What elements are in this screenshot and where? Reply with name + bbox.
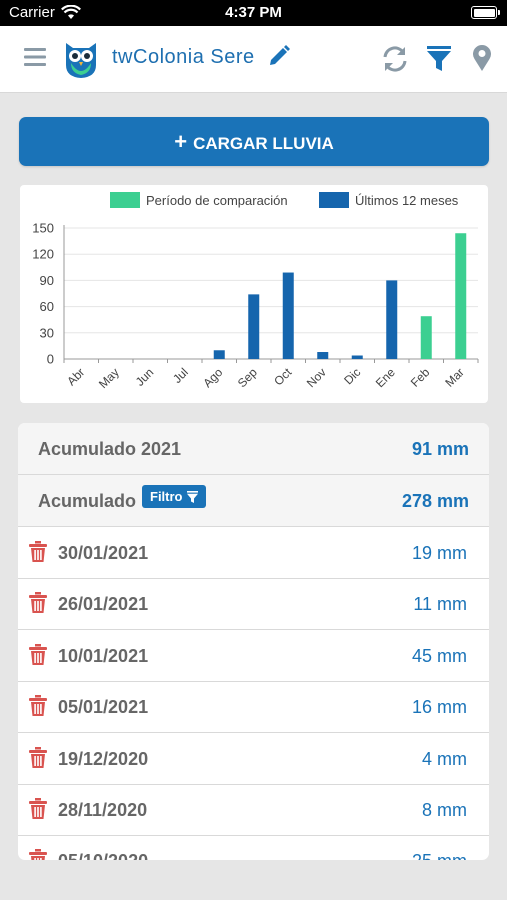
bar-current xyxy=(213,350,225,359)
rain-records-list: Acumulado 2021 91 mm Acumulado Filtro 27… xyxy=(18,423,489,860)
record-date: 28/11/2020 xyxy=(58,800,148,820)
plus-icon: + xyxy=(174,129,188,154)
record-date: 05/10/2020 xyxy=(58,851,148,860)
location-pin-icon[interactable] xyxy=(472,44,492,77)
delete-trash-icon[interactable] xyxy=(29,541,47,568)
record-amount: 45 mm xyxy=(411,645,467,666)
year-total-row: Acumulado 2021 91 mm xyxy=(18,423,489,475)
nav-bar: twColonia Sere xyxy=(0,26,507,93)
bar-current xyxy=(248,294,260,359)
delete-trash-icon[interactable] xyxy=(29,798,47,825)
filtered-total-value: 278 mm xyxy=(401,491,469,511)
app-title: twColonia Sere xyxy=(112,46,255,68)
bar-current xyxy=(282,272,294,359)
filter-chip-label: Filtro xyxy=(150,489,183,504)
record-row[interactable]: 05/01/2021 16 mm xyxy=(18,681,489,734)
bar-current xyxy=(386,280,398,359)
x-tick-label: Oct xyxy=(271,365,295,389)
x-tick-label: Ago xyxy=(200,365,225,390)
y-tick-label: 60 xyxy=(40,299,54,314)
year-total-label: Acumulado 2021 xyxy=(38,439,182,459)
delete-trash-icon[interactable] xyxy=(29,746,47,774)
delete-trash-icon[interactable] xyxy=(29,643,47,671)
rain-bar-chart: Período de comparación Últimos 12 meses 0 3… xyxy=(32,192,479,391)
record-date: 26/01/2021 xyxy=(58,594,149,615)
x-tick-label: Mar xyxy=(442,365,467,390)
record-amount: 25 mm xyxy=(412,851,467,860)
legend-swatch-current xyxy=(319,192,349,208)
legend-label-comparison: Período de comparación xyxy=(146,193,288,208)
delete-trash-icon[interactable] xyxy=(29,695,47,722)
bar-comparison xyxy=(420,316,432,359)
record-amount: 8 mm xyxy=(422,800,467,820)
load-rain-button[interactable]: + CARGAR LLUVIA xyxy=(19,117,489,166)
x-tick-label: Ene xyxy=(373,365,398,390)
x-tick-label: Jun xyxy=(133,365,157,389)
filter-chip-funnel-icon xyxy=(186,491,198,503)
clock: 4:37 PM xyxy=(225,4,282,21)
load-rain-label: CARGAR LLUVIA xyxy=(193,134,334,153)
x-tick-label: Abr xyxy=(64,365,87,388)
battery-icon xyxy=(471,6,500,19)
filtered-total-label: Acumulado xyxy=(38,491,137,511)
sync-icon[interactable] xyxy=(381,45,409,78)
x-tick-label: Feb xyxy=(408,365,433,390)
bar-comparison xyxy=(455,233,467,359)
record-row[interactable]: 26/01/2021 11 mm xyxy=(18,578,489,631)
record-date: 19/12/2020 xyxy=(58,748,149,769)
record-row[interactable]: 28/11/2020 8 mm xyxy=(18,784,489,836)
delete-trash-icon[interactable] xyxy=(29,849,47,860)
legend-label-current: Últimos 12 meses xyxy=(355,193,459,208)
record-amount: 19 mm xyxy=(411,543,467,563)
record-date: 30/01/2021 xyxy=(58,543,149,563)
record-row[interactable]: 30/01/2021 19 mm xyxy=(18,527,489,579)
y-tick-label: 120 xyxy=(32,247,54,262)
y-tick-label: 150 xyxy=(32,221,54,236)
filtered-total-row: Acumulado Filtro 278 mm xyxy=(18,475,489,527)
record-amount: 16 mm xyxy=(411,697,467,718)
bar-current xyxy=(317,352,329,359)
owl-logo-icon xyxy=(63,39,99,84)
x-tick-label: Nov xyxy=(304,365,329,390)
status-bar: Carrier 4:37 PM xyxy=(0,0,507,26)
hamburger-menu-icon[interactable] xyxy=(24,47,46,72)
record-date: 10/01/2021 xyxy=(58,645,149,666)
y-tick-label: 90 xyxy=(40,273,54,288)
filter-chip[interactable]: Filtro xyxy=(142,485,206,508)
x-tick-label: Dic xyxy=(341,365,363,387)
record-row[interactable]: 19/12/2020 4 mm xyxy=(18,733,489,785)
year-total-value: 91 mm xyxy=(411,439,469,459)
y-tick-label: 0 xyxy=(47,352,54,367)
rain-chart-card: Período de comparación Últimos 12 meses 0 3… xyxy=(20,185,488,403)
filter-funnel-icon[interactable] xyxy=(427,45,451,78)
record-row[interactable]: 10/01/2021 45 mm xyxy=(18,630,489,682)
record-amount: 11 mm xyxy=(413,594,467,615)
x-tick-label: Sep xyxy=(235,365,260,390)
legend-swatch-comparison xyxy=(110,192,140,208)
delete-trash-icon[interactable] xyxy=(29,592,47,619)
record-row[interactable]: 05/10/2020 25 mm xyxy=(18,835,489,860)
bar-current xyxy=(351,355,363,359)
record-date: 05/01/2021 xyxy=(58,697,149,718)
x-tick-label: May xyxy=(96,365,122,391)
x-tick-label: Jul xyxy=(170,365,191,386)
edit-pencil-icon[interactable] xyxy=(268,45,290,72)
y-tick-label: 30 xyxy=(40,325,54,340)
record-amount: 4 mm xyxy=(422,748,467,769)
